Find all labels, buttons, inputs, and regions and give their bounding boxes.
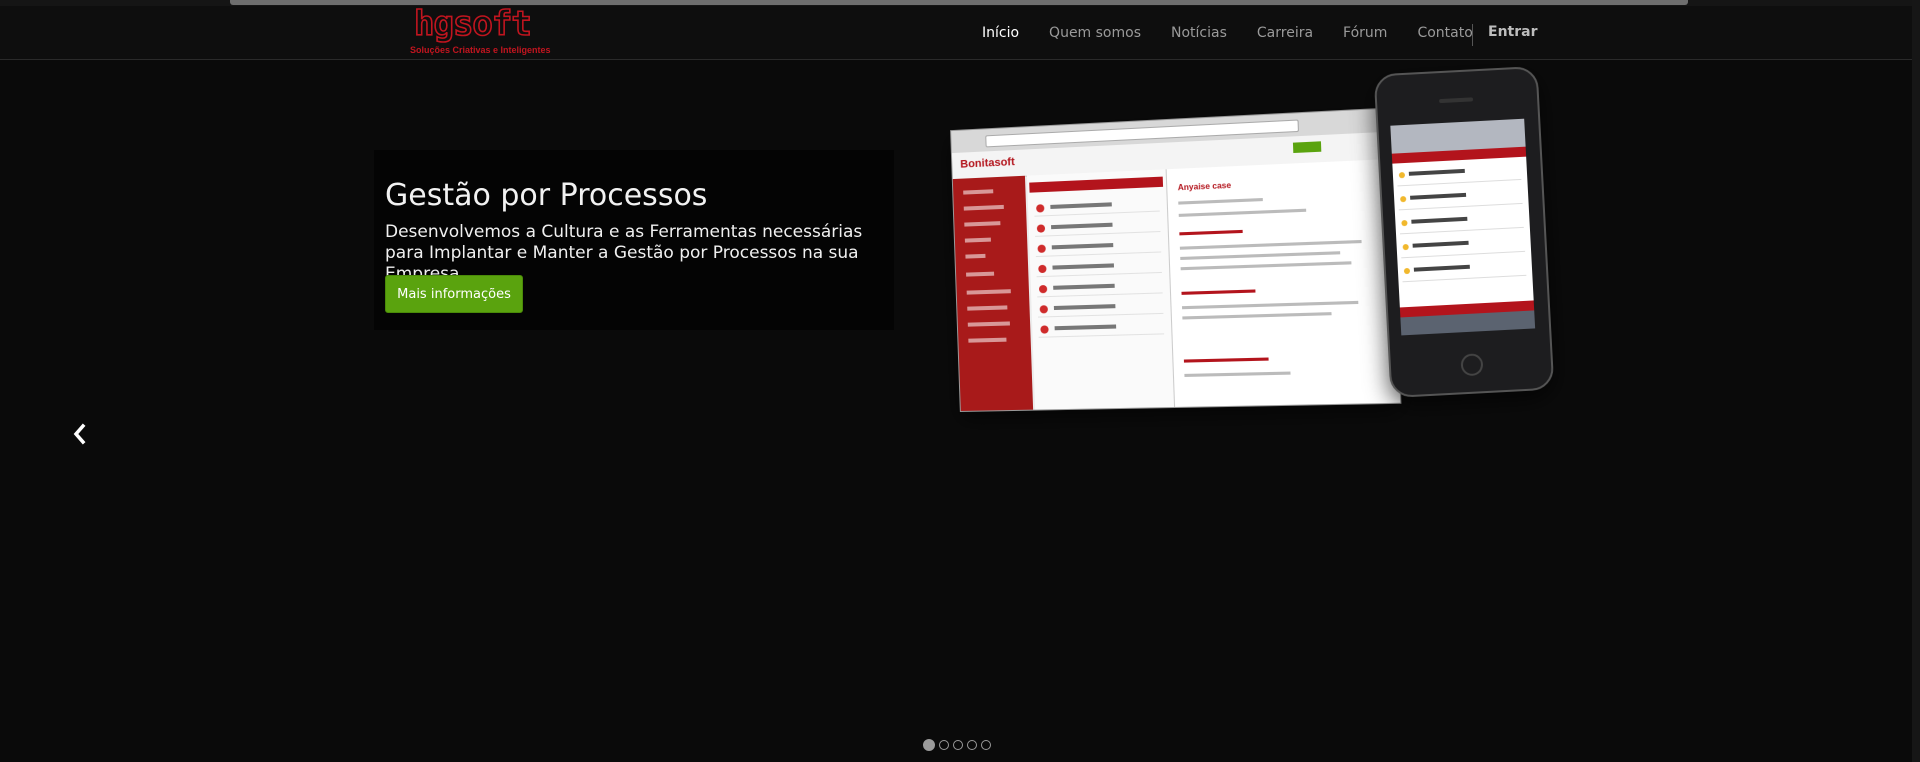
top-navbar [0, 6, 1920, 60]
nav-item-contato[interactable]: Contato [1417, 25, 1472, 41]
hero-headline: Gestão por Processos [385, 178, 708, 213]
carousel-indicators [923, 739, 995, 752]
mockup-app-brand: Bonitasoft [960, 156, 1015, 171]
mockup-detail-pane: Anyaise case [1166, 158, 1401, 407]
nav-item-noticias[interactable]: Notícias [1171, 25, 1227, 41]
nav-item-carreira[interactable]: Carreira [1257, 25, 1313, 41]
main-nav: Início Quem somos Notícias Carreira Fóru… [982, 6, 1503, 59]
carousel-dot-1[interactable] [923, 739, 935, 751]
carousel-dot-2[interactable] [939, 740, 949, 750]
logo-tagline: Soluções Criativas e Inteligentes [410, 45, 551, 55]
mockup-green-button [1292, 141, 1322, 154]
phone-home-button [1460, 353, 1484, 377]
carousel-dot-3[interactable] [953, 740, 963, 750]
nav-item-inicio[interactable]: Início [982, 25, 1019, 41]
browser-screenshot-image: Bonitasoft Anyaise case [950, 107, 1402, 412]
chevron-left-icon [73, 423, 86, 445]
mockup-task-list [1026, 169, 1176, 410]
carousel-prev-button[interactable] [68, 420, 92, 448]
brand-logo[interactable]: hgsoft Soluções Criativas e Inteligentes [408, 4, 554, 55]
nav-divider [1472, 24, 1473, 46]
nav-item-quem-somos[interactable]: Quem somos [1049, 25, 1141, 41]
phone-screen [1390, 118, 1536, 336]
page-scrollbar[interactable] [1912, 0, 1920, 762]
login-link[interactable]: Entrar [1488, 6, 1537, 59]
carousel-dot-5[interactable] [981, 740, 991, 750]
logo-wordmark: hgsoft [413, 4, 532, 44]
mockup-detail-title: Anyaise case [1177, 180, 1232, 193]
more-info-button[interactable]: Mais informações [385, 275, 523, 313]
mockup-sidebar [952, 175, 1034, 411]
phone-screenshot-image [1373, 65, 1555, 399]
phone-speaker [1439, 97, 1474, 104]
carousel-dot-4[interactable] [967, 740, 977, 750]
nav-item-forum[interactable]: Fórum [1343, 25, 1387, 41]
